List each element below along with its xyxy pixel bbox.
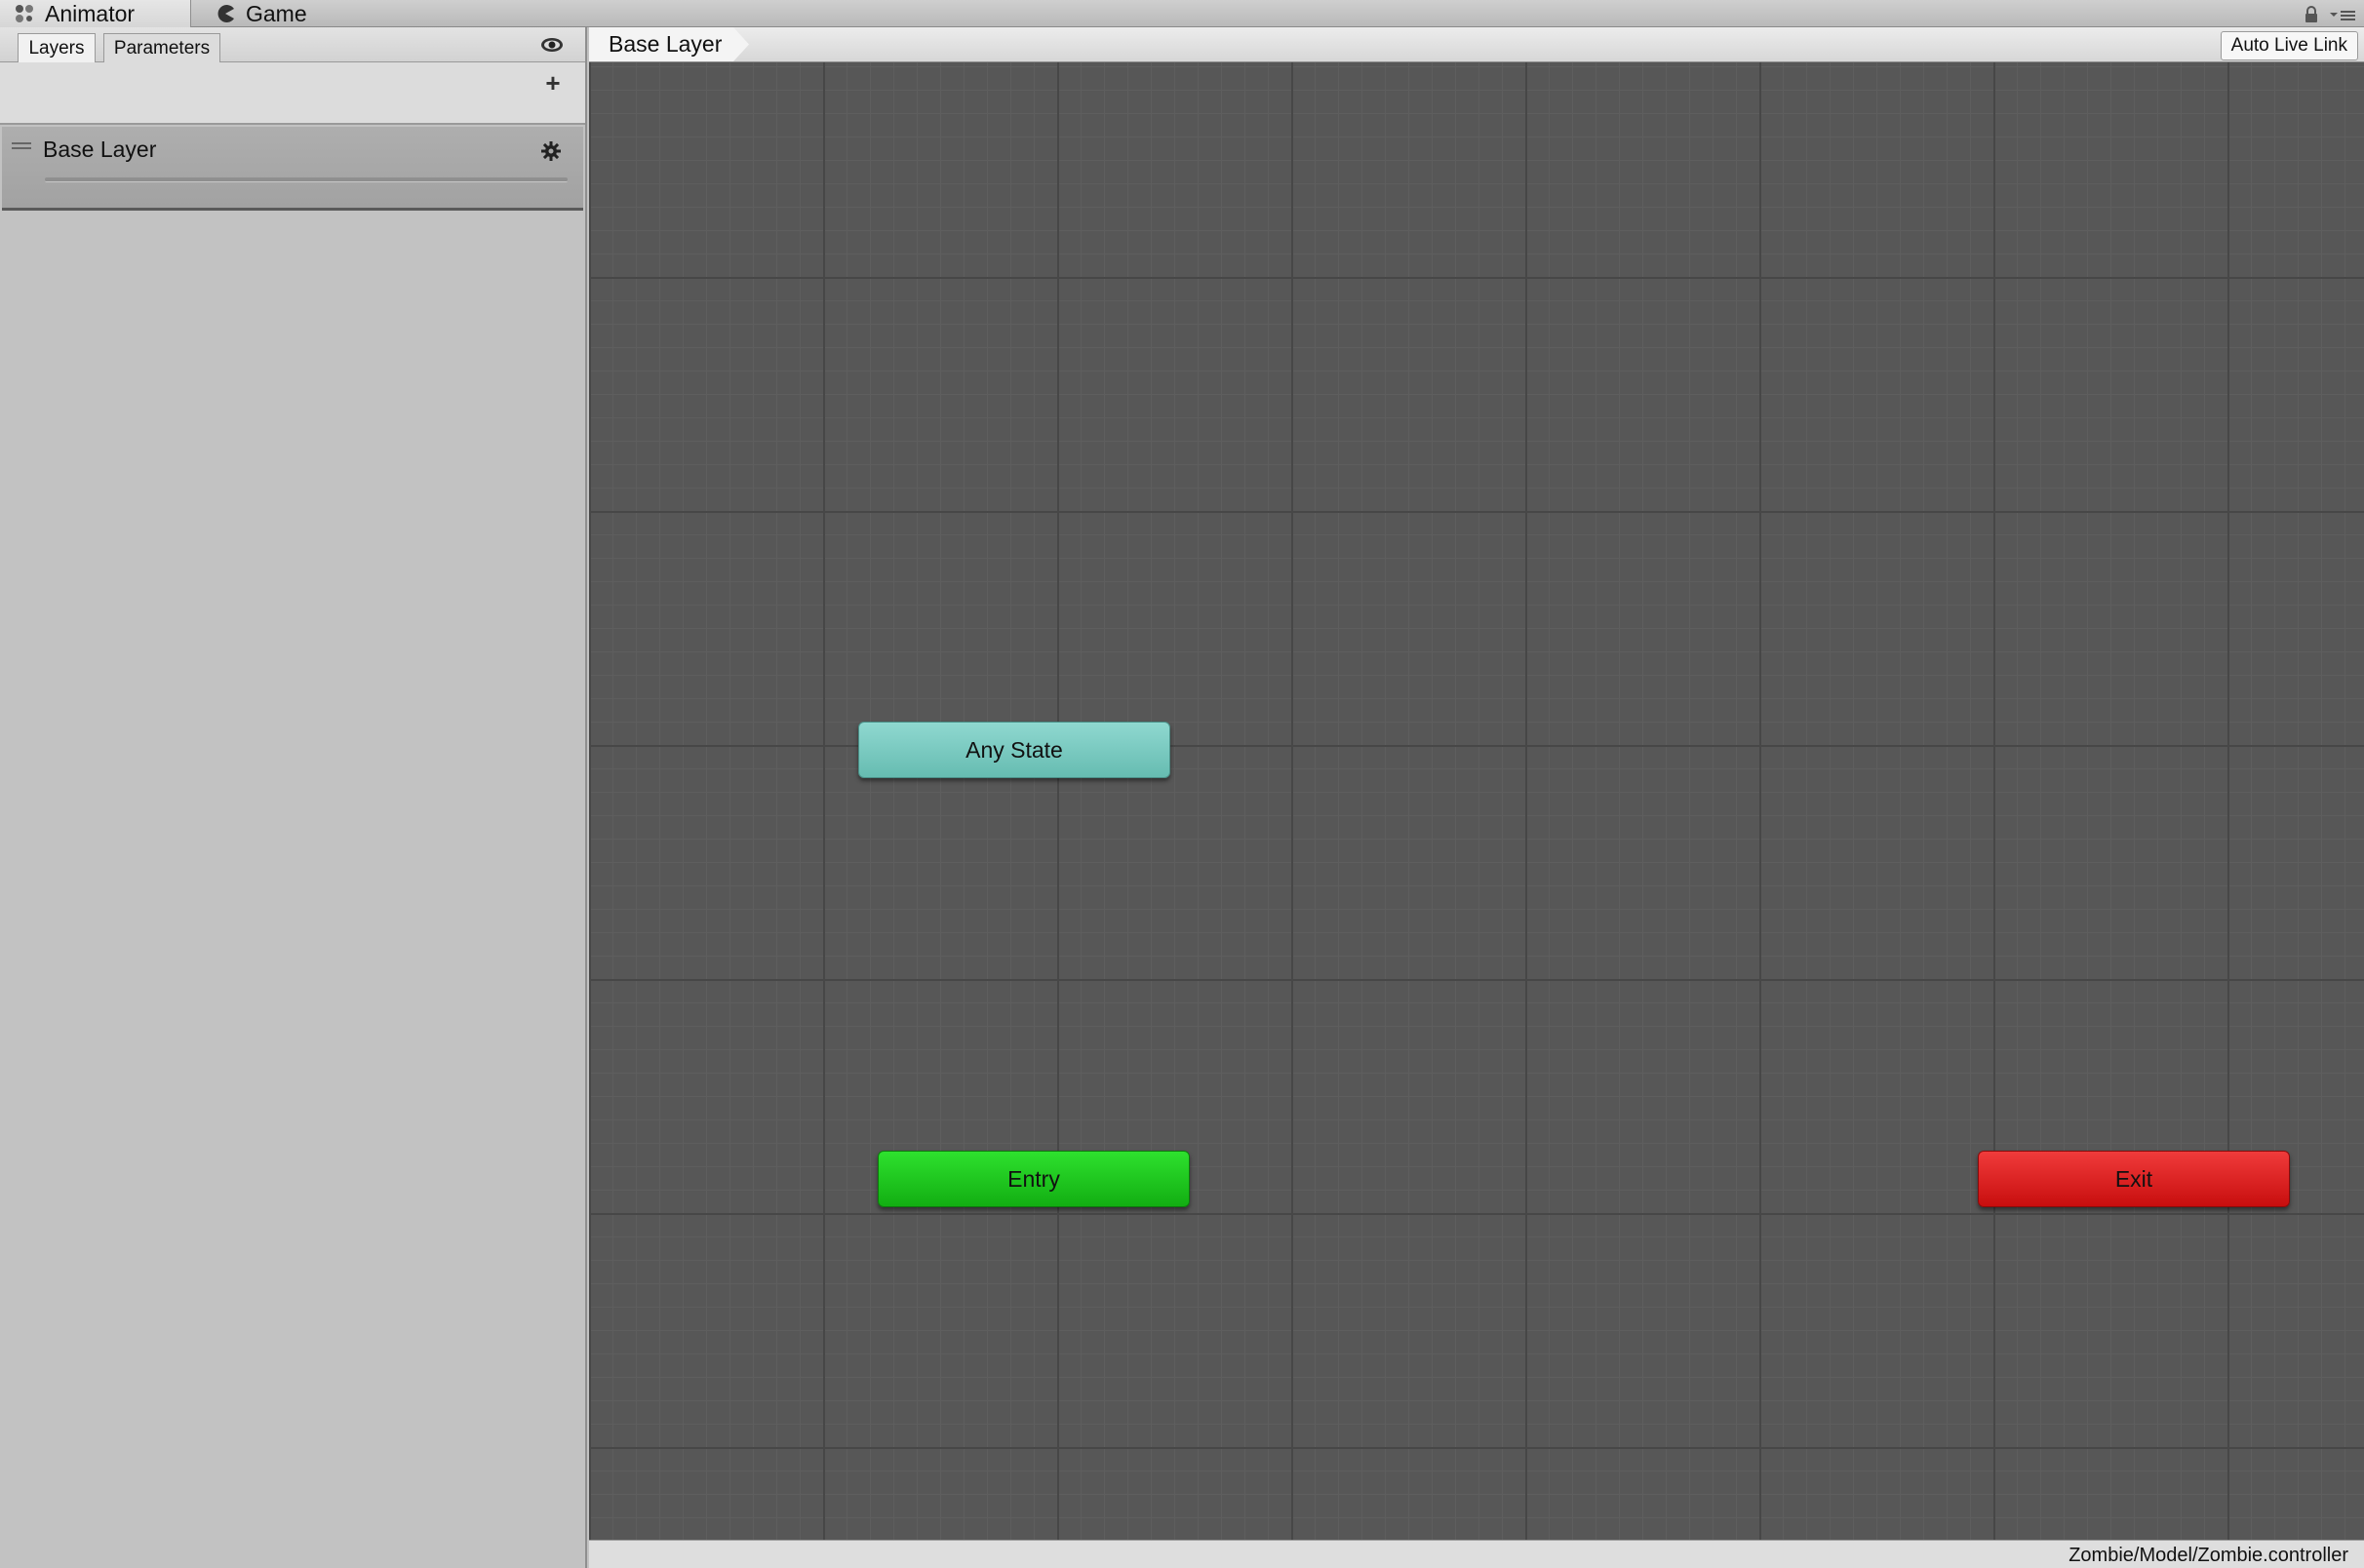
layers-panel: Layers Parameters + Base Layer [0,27,587,1568]
exit-node[interactable]: Exit [1978,1151,2290,1207]
window-controls [2304,4,2356,25]
auto-live-link-button[interactable]: Auto Live Link [2220,31,2358,60]
layer-weight-bar [45,177,568,182]
animator-icon [16,5,33,22]
any-state-label: Any State [965,736,1063,763]
layer-item-base-layer[interactable]: Base Layer [2,127,583,211]
auto-live-link-label: Auto Live Link [2230,35,2347,56]
tab-layers-label: Layers [28,37,85,59]
entry-label: Entry [1007,1165,1060,1192]
layer-name: Base Layer [43,137,157,162]
add-layer-button[interactable]: + [540,70,566,96]
tab-parameters-label: Parameters [113,37,211,59]
menu-icon[interactable] [2329,8,2356,21]
breadcrumb[interactable]: Base Layer [589,27,749,61]
add-layer-row: + [0,62,585,125]
tab-animator[interactable]: Animator [0,0,191,27]
tab-game[interactable]: Game [205,0,351,27]
layers-panel-toolbar: Layers Parameters [0,27,585,62]
gear-icon[interactable] [540,140,562,162]
exit-label: Exit [2114,1165,2153,1192]
tab-layers[interactable]: Layers [18,33,96,62]
graph-toolbar: Base Layer Auto Live Link [589,27,2364,62]
any-state-node[interactable]: Any State [858,722,1170,778]
entry-node[interactable]: Entry [878,1151,1190,1207]
status-bar: Zombie/Model/Zombie.controller [589,1540,2364,1568]
window-tab-strip: Animator Game [0,0,2364,27]
pacman-icon [217,5,234,23]
tab-game-label: Game [246,0,307,26]
tab-parameters[interactable]: Parameters [103,33,220,62]
breadcrumb-label: Base Layer [609,31,723,57]
controller-path: Zombie/Model/Zombie.controller [2068,1545,2348,1566]
lock-icon[interactable] [2304,6,2319,23]
tab-animator-label: Animator [45,0,136,26]
eye-icon[interactable] [540,35,564,55]
state-machine-graph[interactable]: Any State Entry Exit [589,62,2364,1540]
drag-handle-icon[interactable] [12,142,31,152]
